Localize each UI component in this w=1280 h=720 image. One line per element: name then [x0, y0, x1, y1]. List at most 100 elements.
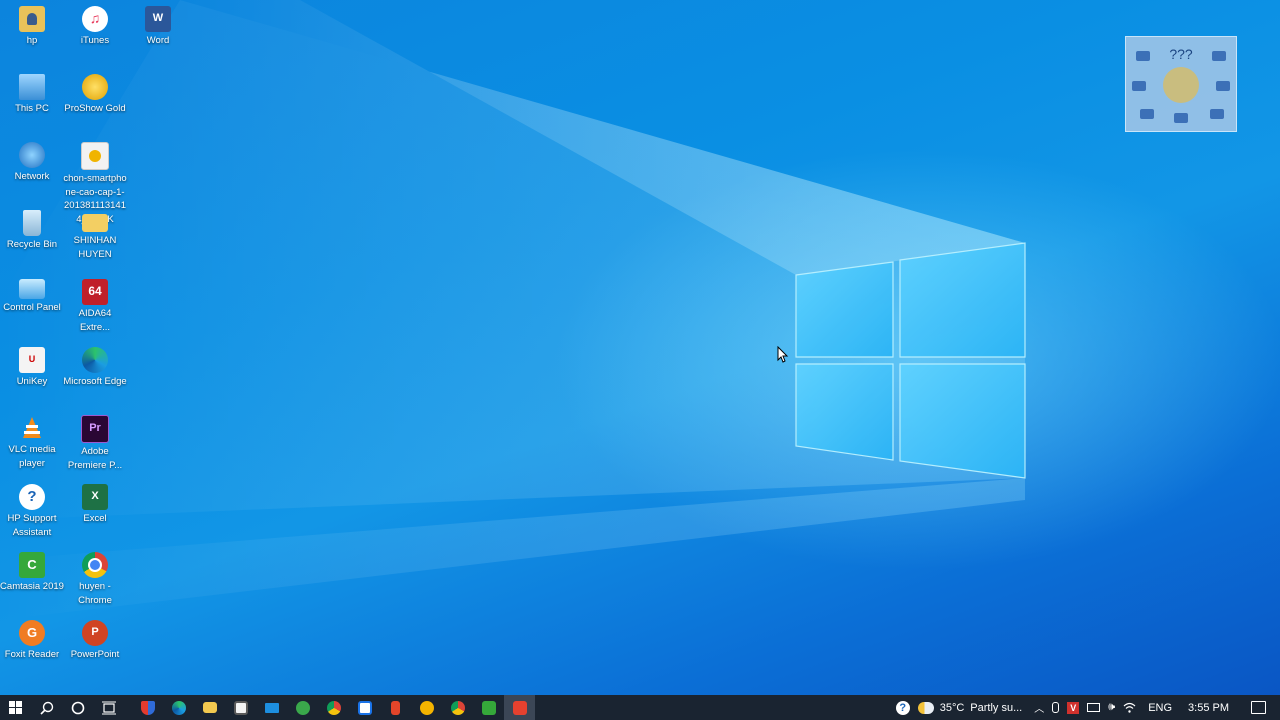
clock[interactable]: 3:55 PM	[1180, 695, 1241, 720]
mail-icon	[264, 702, 279, 713]
desktop-icon-foxit[interactable]: G Foxit Reader	[0, 616, 64, 662]
search-icon	[39, 701, 53, 715]
desktop-icon-hp-support[interactable]: ? HP Support Assistant	[0, 480, 64, 539]
chevron-up-icon: ︿	[1034, 704, 1045, 715]
aida64-icon: 64	[82, 279, 108, 305]
antivirus-v-icon: V	[1067, 701, 1080, 714]
icon-label: Adobe Premiere P...	[67, 446, 123, 471]
desktop-icon-proshow[interactable]: ProShow Gold	[63, 70, 127, 116]
antivirus-tray-button[interactable]: V	[1063, 695, 1083, 720]
svg-text:???: ???	[1169, 46, 1193, 62]
weather-description: Partly su...	[970, 701, 1023, 714]
show-hidden-icons-button[interactable]: ︿	[1030, 695, 1048, 720]
desktop-icon-chrome[interactable]: huyen - Chrome	[63, 548, 127, 607]
taskbar-app-store[interactable]	[225, 695, 256, 720]
icon-label: hp	[26, 35, 38, 46]
help-tray-button[interactable]: ?	[892, 695, 914, 720]
help-icon: ?	[895, 700, 910, 715]
icon-label: ProShow Gold	[64, 103, 126, 114]
taskbar-app-chrome-profile[interactable]	[442, 695, 473, 720]
taskbar-app-camtasia[interactable]	[473, 695, 504, 720]
edge-browser-icon	[82, 347, 108, 373]
edge-browser-icon	[171, 700, 186, 715]
taskbar-app-edge[interactable]	[163, 695, 194, 720]
desktop-icon-hp[interactable]: hp	[0, 2, 64, 48]
icon-label: Camtasia 2019	[0, 581, 64, 592]
battery-tray-button[interactable]	[1083, 695, 1104, 720]
icon-label: Network	[14, 171, 50, 182]
volume-tray-button[interactable]: 🕪	[1104, 695, 1119, 720]
icon-label: AIDA64 Extre...	[78, 308, 112, 333]
camtasia-icon: C	[19, 552, 45, 578]
desktop-icon-powerpoint[interactable]: P PowerPoint	[63, 616, 127, 662]
desktop-icon-camtasia[interactable]: C Camtasia 2019	[0, 548, 64, 594]
icon-label: Recycle Bin	[6, 239, 58, 250]
word-icon: W	[145, 6, 171, 32]
taskbar-app-mail[interactable]	[256, 695, 287, 720]
shield-app-icon	[140, 700, 155, 715]
icon-label: Foxit Reader	[4, 649, 60, 660]
desktop-icon-vlc[interactable]: VLC media player	[0, 411, 64, 470]
excel-icon: X	[82, 484, 108, 510]
windows-start-icon	[9, 701, 22, 714]
start-button[interactable]	[0, 695, 31, 720]
taskbar-app-zalo[interactable]	[349, 695, 380, 720]
mouse-pointer-icon	[777, 346, 789, 363]
chrome-browser-icon	[82, 552, 108, 578]
task-view-icon	[101, 701, 116, 714]
desktop-icon-control-panel[interactable]: Control Panel	[0, 275, 64, 315]
notifications-button[interactable]	[1241, 695, 1280, 720]
taskbar-app-chrome[interactable]	[318, 695, 349, 720]
icon-label: Word	[146, 35, 170, 46]
clock-time: 3:55 PM	[1188, 701, 1229, 714]
search-button[interactable]	[31, 695, 62, 720]
system-tray: ? 35°C Partly su... ︿ V 🕪 ENG 3:55 PM	[892, 695, 1280, 720]
taskbar-app-recorder[interactable]	[504, 695, 535, 720]
taskbar: ? 35°C Partly su... ︿ V 🕪 ENG 3:55 PM	[0, 695, 1280, 720]
desktop[interactable]: hp This PC Network Recycle Bin Control P…	[0, 0, 1280, 695]
microphone-tray-button[interactable]	[1048, 695, 1063, 720]
task-view-button[interactable]	[93, 695, 124, 720]
desktop-icon-premiere[interactable]: Pr Adobe Premiere P...	[63, 411, 127, 472]
unikey-icon: U	[19, 347, 45, 373]
desktop-icon-itunes[interactable]: ♫ iTunes	[63, 2, 127, 48]
language-indicator[interactable]: ENG	[1140, 695, 1180, 720]
icon-label: huyen - Chrome	[78, 581, 112, 606]
desktop-icon-excel[interactable]: X Excel	[63, 480, 127, 526]
desktop-icon-recycle-bin[interactable]: Recycle Bin	[0, 206, 64, 252]
icon-label: This PC	[15, 103, 49, 114]
store-bag-icon	[233, 700, 248, 715]
image-file-icon	[81, 142, 109, 170]
taskbar-app-bitdefender[interactable]	[132, 695, 163, 720]
microphone-icon	[1052, 702, 1060, 713]
desktop-icon-network[interactable]: Network	[0, 138, 64, 184]
battery-icon	[1087, 703, 1101, 712]
desktop-icon-shinhan[interactable]: SHINHAN HUYEN	[63, 206, 127, 261]
yellow-app-icon	[419, 700, 434, 715]
folder-icon	[82, 214, 108, 232]
user-folder-icon	[19, 6, 45, 32]
green-app-icon	[295, 700, 310, 715]
desktop-icon-this-pc[interactable]: This PC	[0, 70, 64, 116]
office-icon	[391, 700, 400, 715]
weather-widget[interactable]: 35°C Partly su...	[914, 695, 1031, 720]
taskbar-app-office[interactable]	[380, 695, 411, 720]
desktop-gadget-image[interactable]: ???	[1125, 36, 1237, 132]
partly-sunny-icon	[917, 701, 934, 714]
desktop-icon-unikey[interactable]: U UniKey	[0, 343, 64, 389]
desktop-icon-edge[interactable]: Microsoft Edge	[63, 343, 127, 389]
network-globe-icon	[19, 142, 45, 168]
icon-label: PowerPoint	[70, 649, 120, 660]
computer-icon	[19, 74, 45, 100]
zalo-chat-icon	[357, 700, 372, 715]
speaker-icon: 🕪	[1108, 701, 1116, 713]
icon-label: iTunes	[80, 35, 110, 46]
taskbar-app-file-explorer[interactable]	[194, 695, 225, 720]
desktop-icon-word[interactable]: W Word	[126, 2, 190, 48]
wifi-tray-button[interactable]	[1119, 695, 1140, 720]
taskbar-app-green[interactable]	[287, 695, 318, 720]
cortana-button[interactable]	[62, 695, 93, 720]
taskbar-app-yellow[interactable]	[411, 695, 442, 720]
desktop-icon-aida64[interactable]: 64 AIDA64 Extre...	[63, 275, 127, 334]
icon-label: VLC media player	[8, 444, 56, 469]
